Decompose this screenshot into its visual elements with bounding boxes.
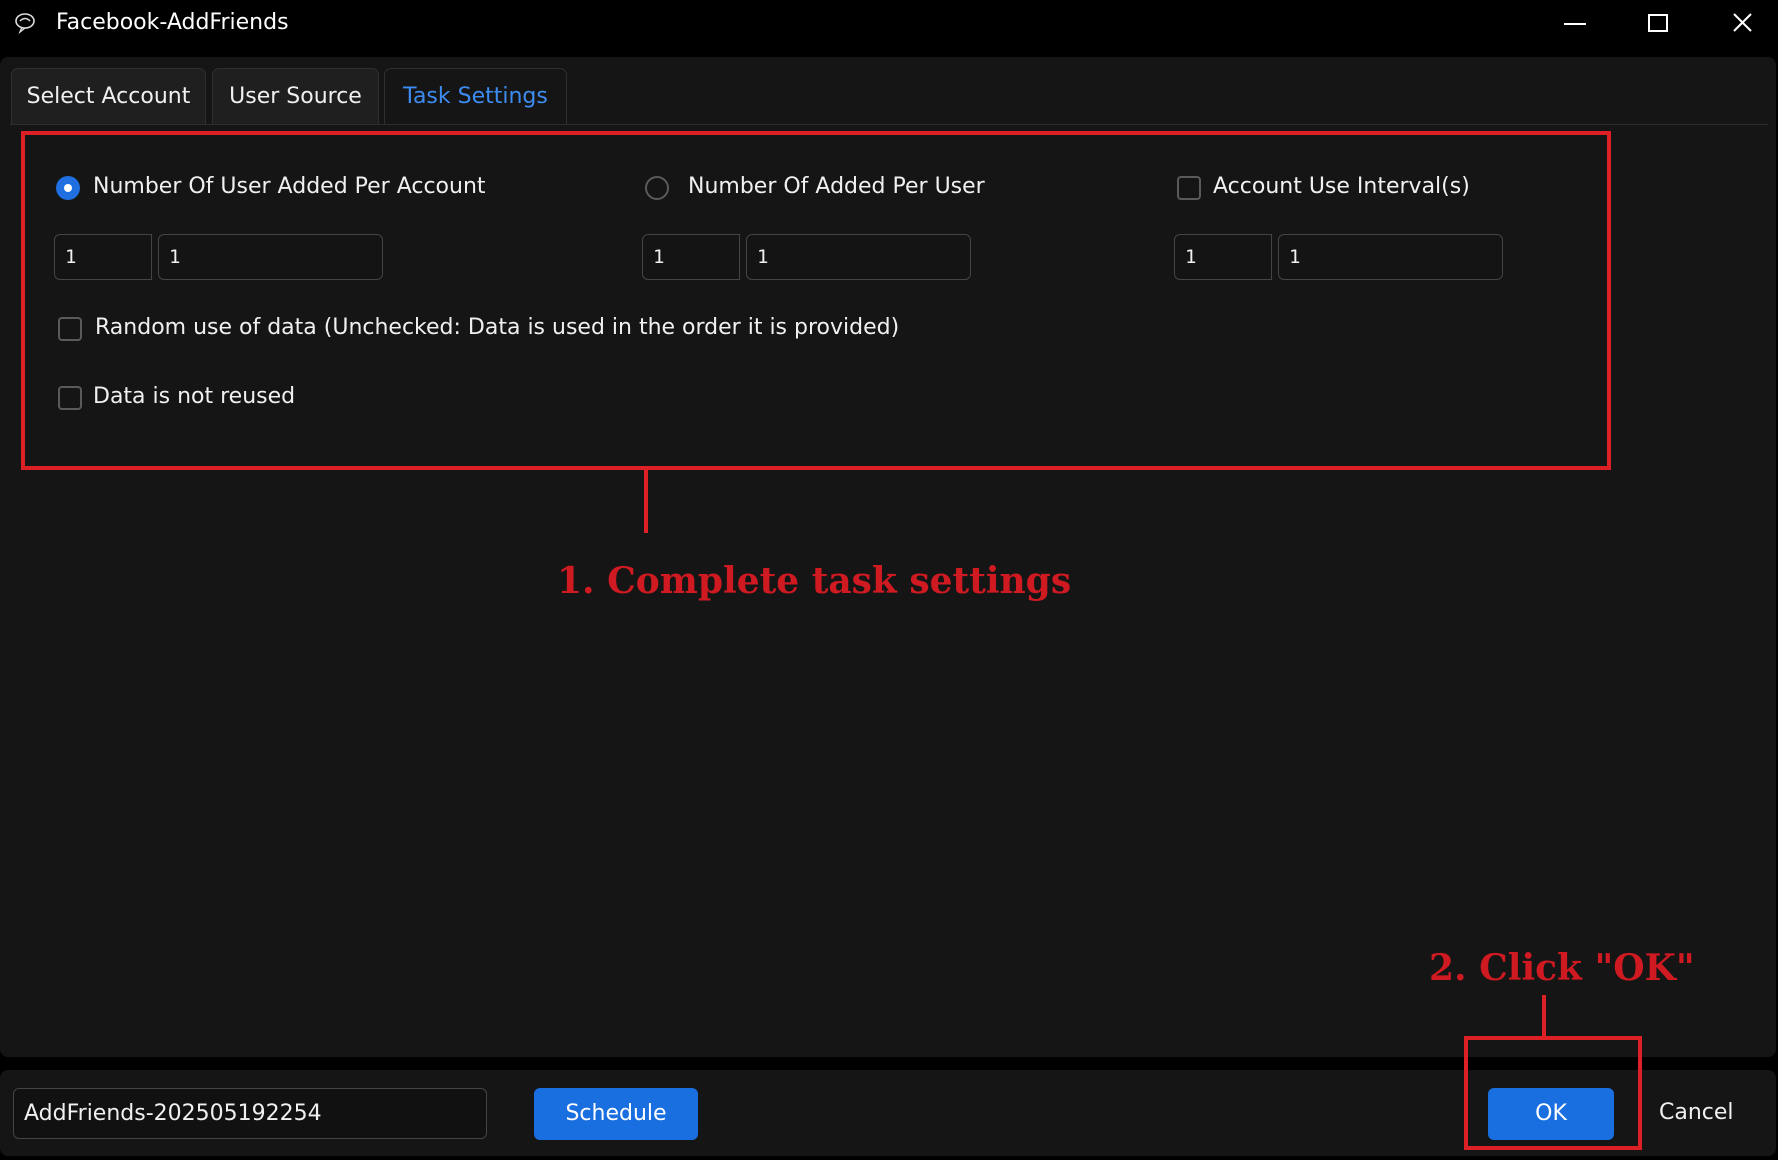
- minimize-button[interactable]: [1544, 4, 1604, 42]
- annotation-connector-2: [1542, 995, 1546, 1036]
- app-icon: [15, 13, 35, 34]
- schedule-button[interactable]: Schedule: [534, 1088, 698, 1140]
- tab-select-account[interactable]: Select Account: [11, 68, 206, 124]
- window-title: Facebook-AddFriends: [56, 10, 289, 35]
- annotation-box-ok: [1464, 1036, 1642, 1150]
- annotation-connector-1: [644, 470, 648, 533]
- tab-user-source[interactable]: User Source: [212, 68, 379, 124]
- maximize-icon: [1648, 14, 1668, 32]
- annotation-box-settings: [21, 131, 1611, 470]
- annotation-step-1: 1. Complete task settings: [557, 560, 1072, 602]
- annotation-step-2: 2. Click "OK": [1429, 947, 1695, 989]
- close-window-button[interactable]: [1712, 4, 1772, 42]
- tab-divider: [10, 124, 1768, 125]
- title-bar: Facebook-AddFriends: [0, 0, 1778, 50]
- cancel-button[interactable]: Cancel: [1659, 1100, 1734, 1125]
- task-name-input[interactable]: AddFriends-202505192254: [13, 1088, 487, 1139]
- close-icon: [1733, 13, 1752, 32]
- maximize-button[interactable]: [1628, 4, 1688, 42]
- minimize-icon: [1564, 23, 1586, 25]
- tab-task-settings[interactable]: Task Settings: [384, 68, 567, 124]
